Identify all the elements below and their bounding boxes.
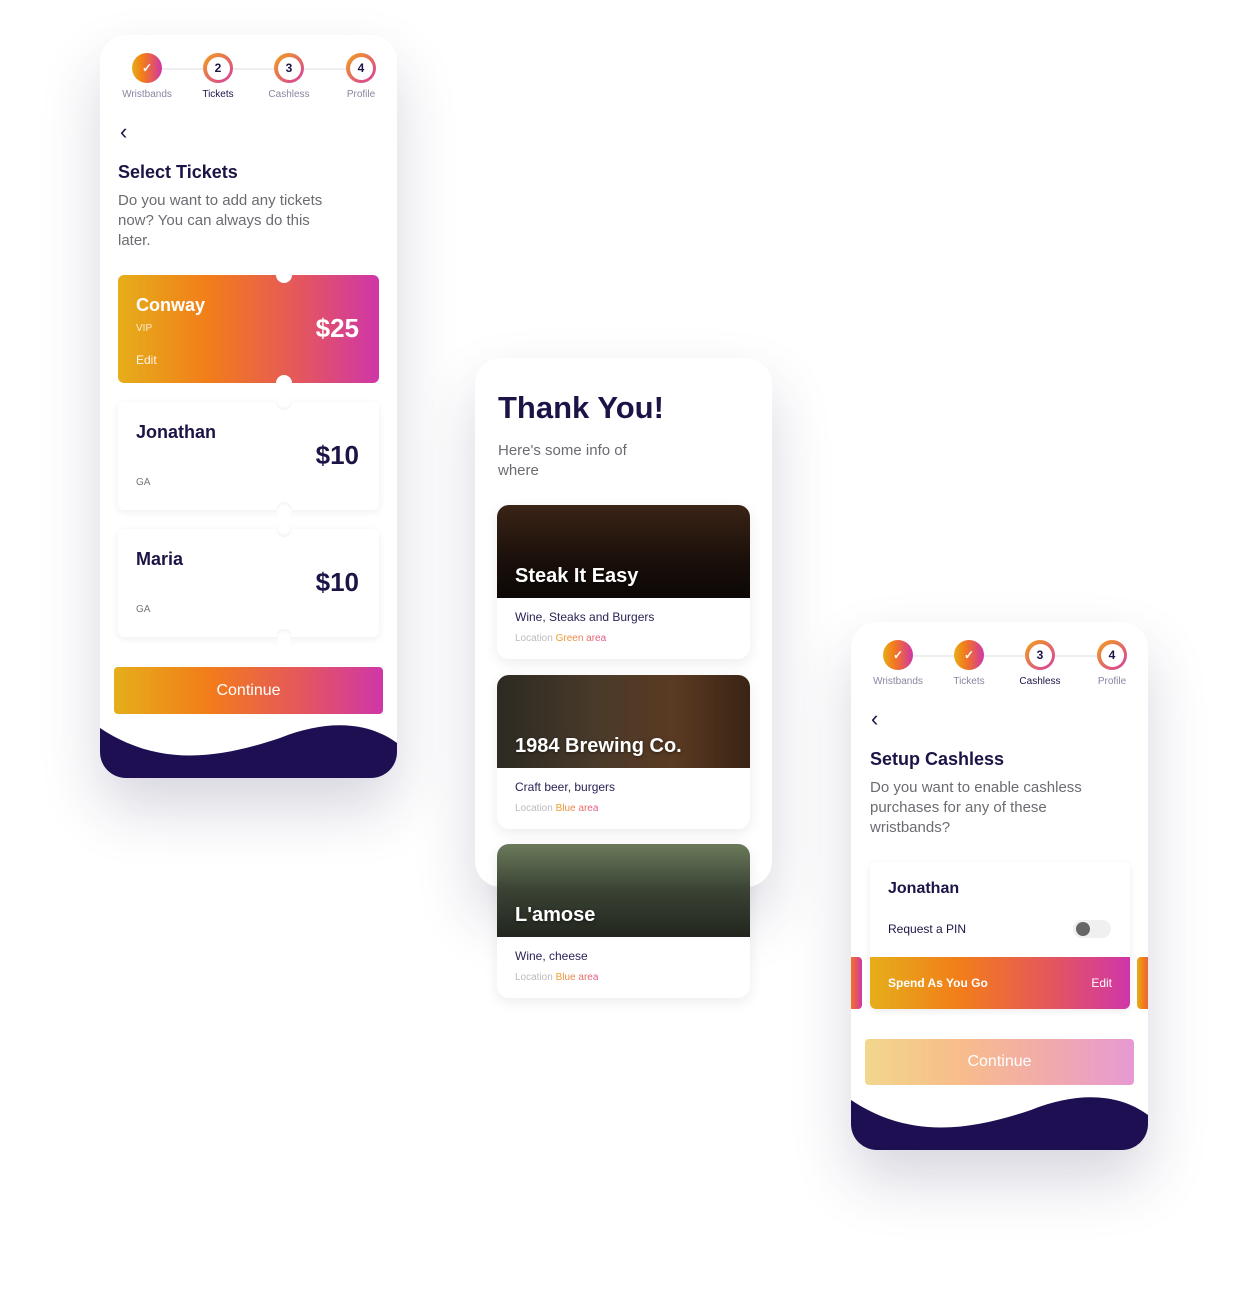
step-label: Cashless [1019, 676, 1061, 687]
check-icon: ✓ [954, 640, 984, 670]
step-cashless[interactable]: 3 Cashless [253, 53, 325, 100]
ticket-type: GA [136, 604, 151, 615]
plan-name: Spend As You Go [888, 976, 988, 990]
wristband-card[interactable]: Jonathan Request a PIN Spend As You Go E… [870, 862, 1130, 1009]
ticket-type: GA [136, 477, 151, 488]
venue-name: L'amose [515, 904, 596, 926]
ticket-card-jonathan[interactable]: Jonathan GA $10 [118, 394, 379, 518]
continue-button[interactable]: Continue [865, 1039, 1134, 1085]
ticket-price: $10 [315, 440, 359, 470]
venue-description: Wine, Steaks and Burgers [515, 610, 655, 624]
ticket-type: VIP [136, 323, 153, 334]
ticket-card-maria[interactable]: Maria GA $10 [118, 521, 379, 645]
venue-description: Craft beer, burgers [515, 780, 616, 794]
step-number: 3 [1028, 643, 1052, 667]
thank-you-content: Thank You! Here's some info of where Ste… [475, 358, 772, 998]
venue-card[interactable]: 1984 Brewing Co. Craft beer, burgers Loc… [497, 675, 750, 829]
venue-photo: Steak It Easy [497, 505, 750, 598]
ticket-name: Maria [136, 549, 184, 569]
ticket-name: Conway [136, 295, 206, 315]
stepper: ✓ Wristbands 2 Tickets 3 Cashless 4 Profile [100, 53, 397, 103]
step-tickets[interactable]: ✓ Tickets [933, 640, 1005, 687]
venue-photo: 1984 Brewing Co. [497, 675, 750, 768]
page-title: Thank You! [498, 390, 664, 425]
step-cashless[interactable]: 3 Cashless [1004, 640, 1076, 687]
tickets-screen: ✓ Wristbands 2 Tickets 3 Cashless 4 Profile … [100, 35, 397, 778]
step-label: Tickets [953, 676, 985, 687]
step-profile[interactable]: 4 Profile [325, 53, 397, 100]
edit-link[interactable]: Edit [136, 353, 157, 367]
wristband-name: Jonathan [888, 880, 960, 897]
step-label: Profile [1097, 676, 1127, 687]
page-subtitle: Do you want to add any tickets now? You … [118, 192, 323, 249]
ticket-price: $25 [315, 313, 359, 343]
back-chevron-icon[interactable]: ‹ [871, 706, 878, 732]
venue-location: Location Blue area [515, 972, 599, 983]
page-subtitle: Here's some info of where [498, 442, 627, 479]
venue-location: Location Green area [515, 633, 607, 644]
step-label: Profile [346, 89, 376, 100]
venue-location: Location Blue area [515, 803, 599, 814]
check-icon: ✓ [883, 640, 913, 670]
step-label: Cashless [268, 89, 310, 100]
venue-name: Steak It Easy [515, 565, 639, 587]
ticket-name: Jonathan [136, 422, 217, 442]
continue-button[interactable]: Continue [114, 667, 383, 714]
step-profile[interactable]: 4 Profile [1076, 640, 1148, 687]
step-number: 3 [277, 56, 301, 80]
stepper: ✓ Wristbands ✓ Tickets 3 Cashless 4 Profile [851, 640, 1148, 690]
venue-description: Wine, cheese [515, 949, 588, 963]
next-card-peek[interactable] [1137, 957, 1148, 1009]
step-wristbands[interactable]: ✓ Wristbands [111, 53, 183, 100]
ticket-price: $10 [315, 567, 359, 597]
page-title: Setup Cashless [870, 749, 1005, 769]
step-number: 2 [206, 56, 230, 80]
venue-card[interactable]: L'amose Wine, cheese Location Blue area [497, 844, 750, 998]
step-label: Tickets [202, 89, 234, 100]
step-tickets[interactable]: 2 Tickets [182, 53, 254, 100]
page-title: Select Tickets [118, 162, 238, 182]
check-icon: ✓ [132, 53, 162, 83]
pin-toggle[interactable] [1073, 920, 1111, 938]
pin-label: Request a PIN [888, 922, 967, 936]
step-label: Wristbands [873, 676, 923, 687]
wave-decoration [100, 725, 397, 778]
plan-bar[interactable]: Spend As You Go Edit [870, 957, 1130, 1009]
back-chevron-icon[interactable]: ‹ [120, 119, 127, 145]
step-number: 4 [349, 56, 373, 80]
venue-card[interactable]: Steak It Easy Wine, Steaks and Burgers L… [497, 505, 750, 659]
prev-card-peek[interactable] [851, 957, 862, 1009]
venue-photo: L'amose [497, 844, 750, 937]
step-label: Wristbands [122, 89, 172, 100]
cashless-screen: ✓ Wristbands ✓ Tickets 3 Cashless 4 Profile … [851, 622, 1148, 1150]
venue-name: 1984 Brewing Co. [515, 735, 682, 757]
step-number: 4 [1100, 643, 1124, 667]
edit-link[interactable]: Edit [1091, 976, 1112, 990]
wave-decoration [851, 1097, 1148, 1150]
step-wristbands[interactable]: ✓ Wristbands [862, 640, 934, 687]
page-subtitle: Do you want to enable cashless purchases… [870, 779, 1082, 836]
ticket-card-conway[interactable]: Conway VIP Edit $25 [118, 267, 379, 391]
